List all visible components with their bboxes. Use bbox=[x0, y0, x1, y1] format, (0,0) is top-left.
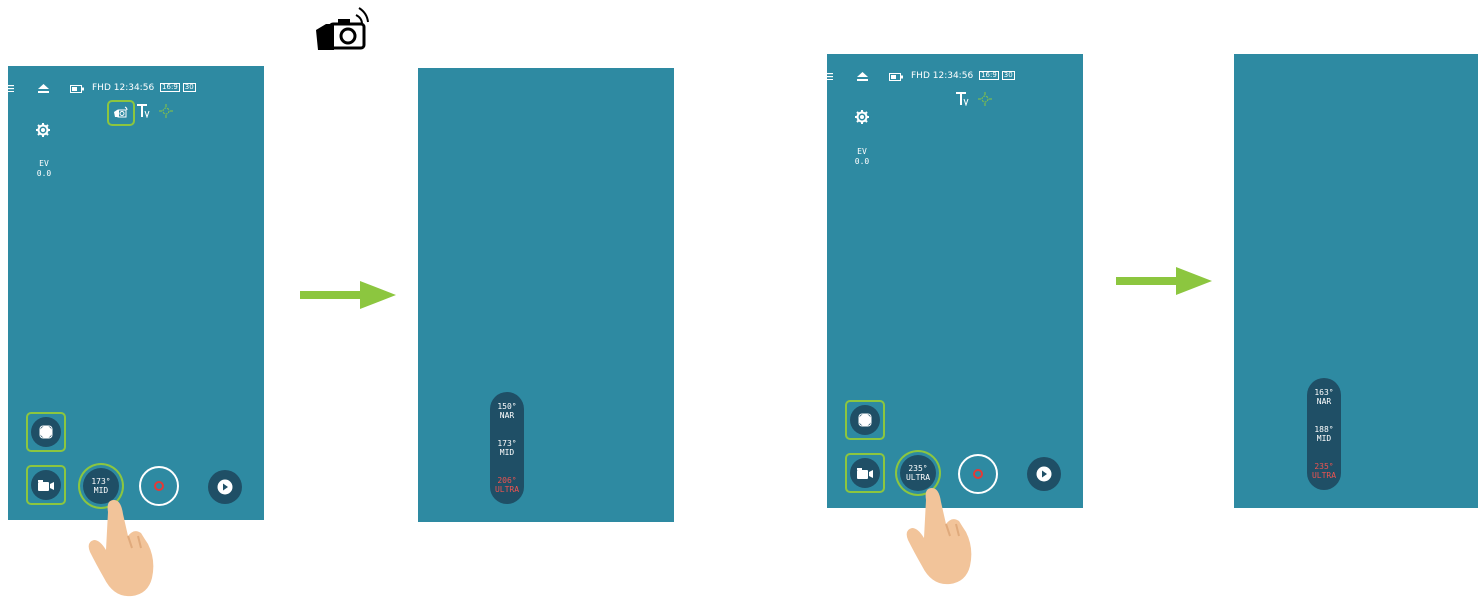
fov-option-degree: 188° bbox=[1314, 424, 1334, 434]
fov-option-2[interactable]: 188° MID bbox=[1314, 425, 1333, 443]
ev-value: 0.0 bbox=[36, 169, 52, 178]
fov-option-label: NAR bbox=[499, 410, 515, 420]
camera-screen-1: FHD 12:34:56 16:9 30 EV 0.0 173° MID bbox=[8, 66, 264, 520]
tap-hand-icon bbox=[86, 478, 158, 598]
fov-option-degree: 163° bbox=[1314, 387, 1334, 397]
fov-selector[interactable]: 150° NAR 173° MID 206° ULTRA bbox=[490, 392, 524, 504]
fov-option-1[interactable]: 150° NAR bbox=[497, 402, 516, 420]
fov-option-degree: 173° bbox=[497, 438, 517, 448]
battery-icon bbox=[889, 73, 903, 81]
settings-icon[interactable] bbox=[855, 110, 869, 124]
camera-screen-3: FHD 12:34:56 16:9 30 EV 0.0 235° ULTRA bbox=[827, 54, 1083, 508]
play-icon bbox=[217, 479, 233, 495]
fps-badge: 30 bbox=[182, 83, 196, 92]
fov-option-2[interactable]: 173° MID bbox=[497, 439, 516, 457]
fov-option-label: ULTRA bbox=[494, 485, 520, 495]
photo-mode-button[interactable] bbox=[31, 417, 61, 447]
ev-label: EV bbox=[857, 147, 867, 156]
menu-icon[interactable] bbox=[827, 73, 833, 80]
menu-icon[interactable] bbox=[8, 85, 14, 92]
playback-button[interactable] bbox=[208, 470, 242, 504]
fov-option-3[interactable]: 206° ULTRA bbox=[495, 476, 519, 494]
quality-label: FHD bbox=[92, 83, 111, 93]
camera-wave-icon bbox=[312, 6, 372, 52]
gps-icon bbox=[978, 92, 992, 106]
camera-wave-small-icon[interactable] bbox=[114, 106, 128, 118]
ev-label: EV bbox=[39, 159, 49, 168]
settings-icon[interactable] bbox=[36, 123, 50, 137]
tap-hand-icon bbox=[904, 466, 976, 586]
video-camera-icon bbox=[857, 467, 873, 479]
fov-option-degree: 235° bbox=[1314, 462, 1334, 472]
camera-screen-4: 163° NAR 188° MID 235° ULTRA bbox=[1234, 54, 1478, 508]
fov-option-label: NAR bbox=[1316, 396, 1332, 406]
status-bar: FHD 12:34:56 16:9 30 bbox=[911, 71, 1015, 81]
ev-display[interactable]: EV 0.0 bbox=[34, 159, 54, 179]
tv-icon bbox=[137, 104, 151, 118]
arrow-right-icon bbox=[300, 281, 396, 313]
tv-icon bbox=[956, 92, 970, 106]
fov-option-3[interactable]: 235° ULTRA bbox=[1312, 462, 1336, 480]
ev-display[interactable]: EV 0.0 bbox=[852, 147, 872, 167]
photo-mode-icon bbox=[858, 413, 872, 427]
fps-badge: 30 bbox=[1001, 71, 1015, 80]
battery-icon bbox=[70, 85, 84, 93]
fov-option-label: ULTRA bbox=[1311, 471, 1337, 481]
video-mode-button[interactable] bbox=[850, 458, 880, 488]
ratio-badge: 16:9 bbox=[979, 71, 999, 80]
ratio-badge: 16:9 bbox=[160, 83, 180, 92]
clock: 12:34:56 bbox=[113, 83, 155, 93]
eject-icon[interactable] bbox=[857, 72, 868, 81]
play-icon bbox=[1036, 466, 1052, 482]
clock: 12:34:56 bbox=[932, 71, 974, 81]
fov-selector[interactable]: 163° NAR 188° MID 235° ULTRA bbox=[1307, 378, 1341, 490]
video-mode-button[interactable] bbox=[31, 470, 61, 500]
fov-option-label: MID bbox=[499, 447, 515, 457]
fov-option-degree: 150° bbox=[497, 401, 517, 411]
arrow-right-icon bbox=[1116, 267, 1212, 299]
fov-option-degree: 206° bbox=[497, 476, 517, 486]
quality-label: FHD bbox=[911, 71, 930, 81]
video-camera-icon bbox=[38, 479, 54, 491]
ev-value: 0.0 bbox=[854, 157, 870, 166]
fov-option-label: MID bbox=[1316, 433, 1332, 443]
camera-screen-2: 150° NAR 173° MID 206° ULTRA bbox=[418, 68, 674, 522]
eject-icon[interactable] bbox=[38, 84, 49, 93]
gps-icon bbox=[159, 104, 173, 118]
photo-mode-icon bbox=[39, 425, 53, 439]
playback-button[interactable] bbox=[1027, 457, 1061, 491]
photo-mode-button[interactable] bbox=[850, 405, 880, 435]
status-bar: FHD 12:34:56 16:9 30 bbox=[92, 83, 196, 93]
fov-option-1[interactable]: 163° NAR bbox=[1314, 388, 1333, 406]
